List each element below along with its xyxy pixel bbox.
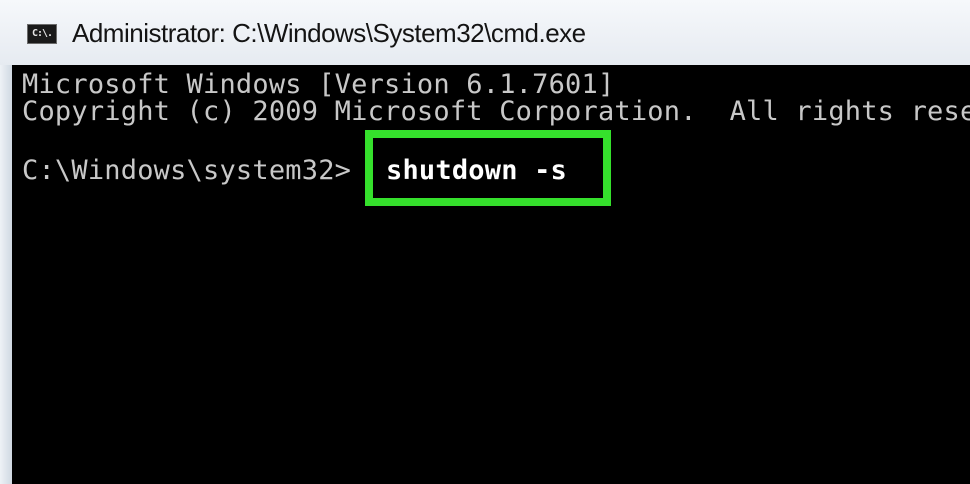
cmd-icon: C:\. xyxy=(27,24,57,44)
typed-command[interactable]: shutdown -s xyxy=(386,156,567,186)
title-bar[interactable]: C:\. Administrator: C:\Windows\System32\… xyxy=(0,0,970,65)
window-title: Administrator: C:\Windows\System32\cmd.e… xyxy=(72,18,586,48)
console-copyright-line: Copyright (c) 2009 Microsoft Corporation… xyxy=(22,96,970,127)
console-prompt: C:\Windows\system32> xyxy=(22,155,352,186)
console-area[interactable]: Microsoft Windows [Version 6.1.7601] Cop… xyxy=(12,65,970,484)
window-frame-left xyxy=(0,65,12,484)
cmd-window: C:\. Administrator: C:\Windows\System32\… xyxy=(0,0,970,484)
